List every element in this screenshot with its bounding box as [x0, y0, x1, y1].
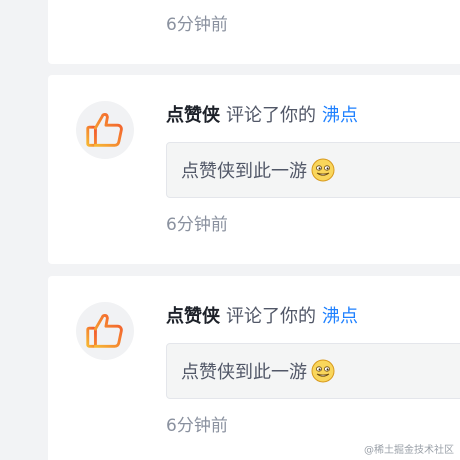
watermark: @稀土掘金技术社区 — [364, 445, 454, 456]
notification-time: 6分钟前 — [166, 215, 228, 235]
comment-text: 点赞侠到此一游 — [181, 362, 307, 383]
avatar[interactable] — [76, 101, 134, 159]
notification-headline: 点赞侠 评论了你的 沸点 — [166, 305, 358, 329]
notification-card[interactable]: 点赞侠 评论了你的 沸点 点赞侠到此一游 6分钟前 — [48, 276, 460, 460]
user-nickname[interactable]: 点赞侠 — [166, 306, 220, 327]
notification-action-text: 评论了你的 — [226, 105, 316, 126]
thumbs-up-icon — [86, 314, 123, 348]
notification-time: 6分钟前 — [166, 15, 228, 35]
avatar[interactable] — [76, 302, 134, 360]
notification-time: 6分钟前 — [166, 416, 228, 436]
comment-quote[interactable]: 点赞侠到此一游 — [166, 142, 460, 198]
notification-card[interactable]: 点赞侠 评论了你的 沸点 点赞侠到此一游 6分钟前 — [48, 75, 460, 264]
target-link[interactable]: 沸点 — [322, 105, 358, 126]
grinning-emoji-icon — [311, 359, 335, 383]
user-nickname[interactable]: 点赞侠 — [166, 105, 220, 126]
grinning-emoji-icon — [311, 158, 335, 182]
notification-card[interactable]: 6分钟前 — [48, 0, 460, 64]
notification-headline: 点赞侠 评论了你的 沸点 — [166, 104, 358, 128]
comment-text: 点赞侠到此一游 — [181, 161, 307, 182]
target-link[interactable]: 沸点 — [322, 306, 358, 327]
comment-quote[interactable]: 点赞侠到此一游 — [166, 343, 460, 399]
thumbs-up-icon — [86, 113, 123, 147]
notification-action-text: 评论了你的 — [226, 306, 316, 327]
notification-list: 6分钟前 点赞侠 评论了你的 沸点 点赞侠到此一游 6分钟前 点赞侠 评论了你的… — [0, 0, 460, 460]
